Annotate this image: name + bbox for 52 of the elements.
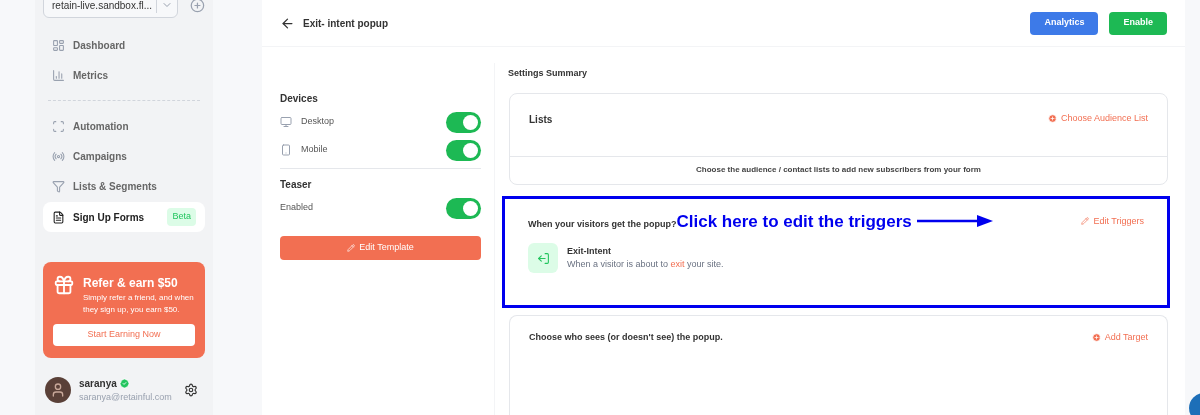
card-title: Choose who sees (or doesn't see) the popup.: [529, 330, 723, 344]
card-title: When your visitors get the popup?: [528, 217, 677, 231]
lists-note: Choose the audience / contact lists to add new subscribers from your form: [510, 155, 1167, 184]
grid-icon: [52, 38, 65, 52]
edit-triggers-link[interactable]: Edit Triggers: [1081, 214, 1144, 228]
toggle-switch[interactable]: [446, 111, 481, 133]
nav-item[interactable]: Dashboard: [43, 30, 205, 60]
nav-item[interactable]: Automation: [43, 111, 205, 141]
funnel-icon: [52, 179, 65, 193]
monitor-icon: [280, 116, 292, 128]
analytics-button[interactable]: Analytics: [1030, 11, 1099, 35]
option-label: Enabled: [280, 201, 315, 215]
settings-icon[interactable]: [184, 383, 198, 398]
add-icon: [1091, 332, 1101, 342]
trigger-title: Exit-Intent: [567, 244, 612, 258]
document-icon: [52, 210, 65, 224]
option-label: Desktop: [301, 115, 336, 129]
frame-icon: [52, 119, 65, 133]
edit-template-button[interactable]: Edit Template: [280, 236, 481, 260]
add-icon[interactable]: [190, 0, 205, 13]
card-title: Lists: [529, 112, 553, 127]
group-title: Devices: [280, 92, 319, 106]
trigger-description: When a visitor is about to exit your site.: [567, 258, 724, 271]
toggle-switch[interactable]: [446, 139, 481, 161]
annotation-text: Click here to edit the triggers: [676, 210, 912, 233]
person-icon: [50, 382, 66, 399]
exit-icon: [536, 251, 550, 265]
beta-badge: Beta: [167, 208, 196, 226]
user-name: saranya: [79, 377, 117, 391]
pencil-icon: [1081, 217, 1090, 226]
phone-icon: [280, 144, 292, 156]
option-label: Mobile: [301, 143, 329, 157]
nav-item[interactable]: Sign Up Forms Beta: [43, 202, 205, 232]
account-dropdown[interactable]: retain-live.sandbox.fl...: [43, 0, 179, 18]
promo-text: Simply refer a friend, and when they sign up, you earn $50.: [83, 292, 195, 316]
group-title: Teaser: [280, 178, 313, 192]
section-title: Settings Summary: [508, 67, 589, 80]
promo-title: Refer & earn $50: [83, 275, 179, 292]
broadcast-icon: [52, 149, 65, 163]
bar-chart-icon: [52, 68, 65, 82]
add-target-link[interactable]: Add Target: [1091, 330, 1148, 344]
toggle-switch[interactable]: [446, 197, 481, 219]
start-earning-button[interactable]: Start Earning Now: [53, 324, 195, 346]
gift-icon: [53, 274, 75, 296]
nav-item[interactable]: Metrics: [43, 60, 205, 90]
page-title: Exit- intent popup: [303, 16, 389, 31]
nav-item[interactable]: Campaigns: [43, 141, 205, 171]
pencil-icon: [347, 244, 356, 252]
nav-item[interactable]: Lists & Segments: [43, 171, 205, 201]
choose-audience-link[interactable]: Choose Audience List: [1047, 111, 1148, 125]
add-icon: [1047, 113, 1057, 123]
user-email: saranya@retainful.com: [79, 391, 173, 404]
